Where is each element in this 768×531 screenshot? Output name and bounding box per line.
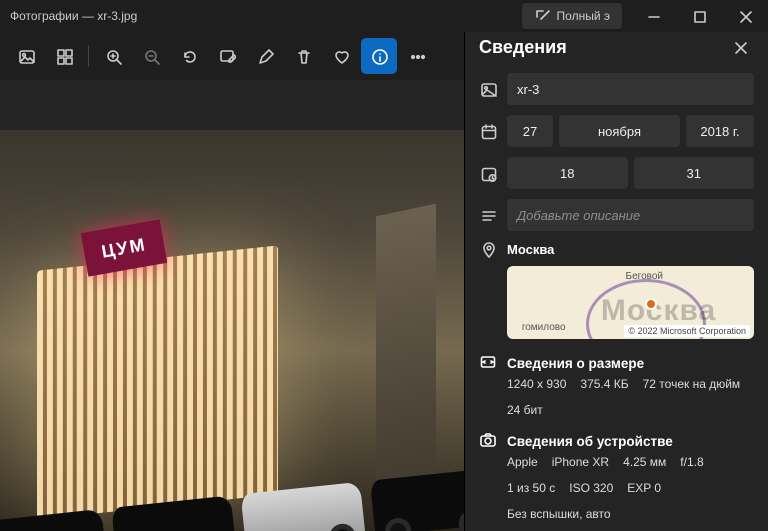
bit-depth-value: 24 бит <box>507 403 543 417</box>
close-panel-button[interactable] <box>726 34 754 62</box>
edit-image-icon <box>219 48 236 65</box>
maximize-button[interactable] <box>676 0 722 32</box>
info-icon <box>371 48 388 65</box>
location-icon <box>479 241 497 258</box>
grid-icon <box>56 48 73 65</box>
device-model: iPhone XR <box>552 455 609 469</box>
device-exp: EXP 0 <box>627 481 661 495</box>
image-icon <box>479 81 497 98</box>
details-title: Сведения <box>479 37 726 58</box>
edit-button[interactable] <box>209 38 245 74</box>
favorite-button[interactable] <box>323 38 359 74</box>
zoom-in-button[interactable] <box>95 38 131 74</box>
dpi-value: 72 точек на дюйм <box>643 377 741 391</box>
time-hour-field[interactable]: 18 <box>507 157 628 189</box>
delete-button[interactable] <box>285 38 321 74</box>
map-credit: © 2022 Microsoft Corporation <box>624 325 750 337</box>
filename-field[interactable]: xr-3 <box>507 73 754 105</box>
device-flash: Без вспышки, авто <box>507 507 611 521</box>
close-icon <box>737 8 754 25</box>
description-field[interactable]: Добавьте описание <box>507 199 754 231</box>
location-map[interactable]: Беговой гомилово Москва © 2022 Microsoft… <box>507 266 754 339</box>
more-icon <box>409 48 426 65</box>
zoom-in-icon <box>105 48 122 65</box>
calendar-icon <box>479 123 497 140</box>
details-panel: Сведения xr-3 27 ноября 2018 г. 18 31 До… <box>464 32 768 531</box>
rotate-button[interactable] <box>171 38 207 74</box>
markup-button[interactable] <box>247 38 283 74</box>
filesize-value: 375.4 КБ <box>580 377 628 391</box>
photo: ЦУМ <box>0 130 464 531</box>
device-section: Сведения об устройстве Apple iPhone XR 4… <box>479 431 754 521</box>
window-title: Фотографии — xr-3.jpg <box>0 9 522 23</box>
size-icon <box>479 353 497 373</box>
maximize-icon <box>691 8 708 25</box>
zoom-out-icon <box>143 48 160 65</box>
date-month-field[interactable]: ноября <box>559 115 680 147</box>
size-section: Сведения о размере 1240 x 930 375.4 КБ 7… <box>479 353 754 417</box>
heart-icon <box>333 48 350 65</box>
location-name: Москва <box>507 242 554 257</box>
viewer-toolbar <box>0 32 464 80</box>
clock-icon <box>479 165 497 182</box>
pen-icon <box>257 48 274 65</box>
minimize-icon <box>645 8 662 25</box>
time-minute-field[interactable]: 31 <box>634 157 755 189</box>
image-icon <box>18 48 35 65</box>
fullscreen-button[interactable]: Полный э <box>522 3 622 29</box>
minimize-button[interactable] <box>630 0 676 32</box>
photo-canvas[interactable]: ЦУМ <box>0 80 464 531</box>
close-icon <box>732 39 749 56</box>
info-button[interactable] <box>361 38 397 74</box>
titlebar: Фотографии — xr-3.jpg Полный э <box>0 0 768 32</box>
camera-icon <box>479 431 497 451</box>
device-make: Apple <box>507 455 538 469</box>
date-day-field[interactable]: 27 <box>507 115 553 147</box>
gallery-button[interactable] <box>8 38 44 74</box>
device-iso: ISO 320 <box>569 481 613 495</box>
device-focal: 4.25 мм <box>623 455 666 469</box>
device-shutter: 1 из 50 с <box>507 481 555 495</box>
expand-icon <box>534 8 551 25</box>
dimensions-value: 1240 x 930 <box>507 377 566 391</box>
trash-icon <box>295 48 312 65</box>
rotate-icon <box>181 48 198 65</box>
more-button[interactable] <box>399 38 435 74</box>
device-aperture: f/1.8 <box>680 455 703 469</box>
viewer: ЦУМ <box>0 32 464 531</box>
description-icon <box>479 207 497 224</box>
thumbnails-button[interactable] <box>46 38 82 74</box>
close-button[interactable] <box>722 0 768 32</box>
zoom-out-button[interactable] <box>133 38 169 74</box>
date-year-field[interactable]: 2018 г. <box>686 115 754 147</box>
